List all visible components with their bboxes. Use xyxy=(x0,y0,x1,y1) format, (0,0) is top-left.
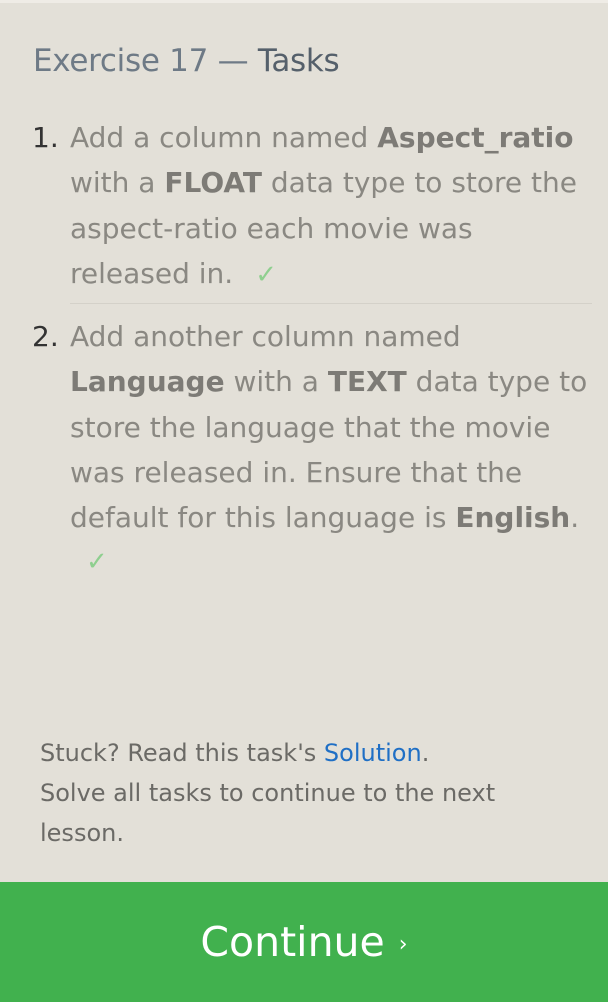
chevron-right-icon: › xyxy=(398,931,408,957)
continue-label: Continue xyxy=(200,918,385,966)
task-panel: Exercise 17 — Tasks 1. Add a column name… xyxy=(0,0,608,882)
task-number: 1. xyxy=(32,121,59,154)
stuck-text: Stuck? Read this task's xyxy=(40,739,324,767)
task-keyword: English xyxy=(455,501,571,535)
stuck-line: Stuck? Read this task's Solution. xyxy=(40,733,580,773)
solve-all-text: Solve all tasks to continue to the next … xyxy=(40,779,496,847)
task-keyword: FLOAT xyxy=(164,166,262,200)
task-description: Add another column named Language with a… xyxy=(70,314,592,585)
task-text-segment: Add another column named xyxy=(70,320,461,353)
task-text-segment: . xyxy=(570,501,580,535)
stuck-suffix: . xyxy=(421,739,430,767)
task-number: 2. xyxy=(32,320,59,353)
task-item-1: 1. Add a column named Aspect_ratio with … xyxy=(32,115,592,295)
task-keyword: Language xyxy=(70,365,225,399)
task-description: Add a column named Aspect_ratio with a F… xyxy=(70,115,592,298)
right-edge xyxy=(608,0,612,1002)
task-keyword: Aspect_ratio xyxy=(377,121,574,154)
check-icon: ✓ xyxy=(86,547,108,578)
continue-button[interactable]: Continue › xyxy=(0,882,608,1002)
task-text-segment: with a xyxy=(70,166,165,200)
solution-link[interactable]: Solution xyxy=(324,739,422,767)
exercise-title: Exercise 17 — Tasks xyxy=(33,43,340,79)
help-text: Stuck? Read this task's Solution. Solve … xyxy=(40,733,580,853)
title-separator: — xyxy=(217,43,249,79)
task-divider xyxy=(70,303,592,304)
tasks-label: Tasks xyxy=(257,43,340,79)
exercise-label: Exercise 17 xyxy=(33,43,208,79)
task-text-segment: Add a column named xyxy=(70,121,378,154)
task-text-segment: with a xyxy=(224,365,328,399)
task-keyword: TEXT xyxy=(327,365,407,399)
check-icon: ✓ xyxy=(255,259,277,290)
task-item-2: 2. Add another column named Language wit… xyxy=(32,314,592,594)
